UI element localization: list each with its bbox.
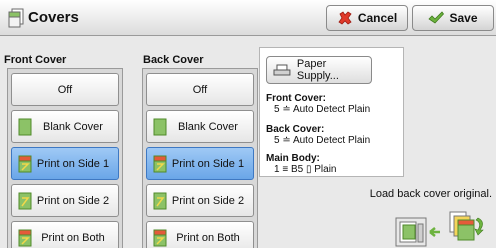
- front-cover-print-both-button[interactable]: Print on Both: [11, 221, 119, 248]
- print-side-2-icon: [153, 192, 167, 209]
- back-cover-summary: Back Cover: 5 ≐ Auto Detect Plain: [266, 124, 370, 146]
- back-cover-print-both-button[interactable]: Print on Both: [146, 221, 254, 248]
- front-cover-summary: Front Cover: 5 ≐ Auto Detect Plain: [266, 93, 370, 115]
- paper-supply-label: Paper Supply...: [296, 58, 339, 82]
- option-label: Off: [192, 83, 208, 96]
- load-instruction-text: Load back cover original.: [369, 188, 492, 200]
- summary-key: Back Cover:: [266, 124, 325, 135]
- front-cover-off-button[interactable]: Off: [11, 73, 119, 106]
- load-original-illustration: [395, 211, 484, 247]
- back-cover-print-side2-button[interactable]: Print on Side 2: [146, 184, 254, 217]
- summary-value: 5 ≐ Auto Detect Plain: [274, 135, 371, 146]
- summary-value: 5 ≐ Auto Detect Plain: [274, 104, 371, 115]
- print-both-icon: [18, 229, 32, 246]
- summary-key: Front Cover:: [266, 93, 326, 104]
- main-body-summary: Main Body: 1 ≡ B5 ▯ Plain: [266, 153, 336, 175]
- back-cover-options: Off Blank Cover Print on Side 1 Print on…: [142, 68, 258, 248]
- blank-cover-icon: [18, 118, 32, 135]
- checkmark-pencil-icon: [428, 11, 445, 24]
- front-cover-blank-cover-button[interactable]: Blank Cover: [11, 110, 119, 143]
- paper-tray-icon: [273, 64, 291, 76]
- settings-summary-panel: Paper Supply... Front Cover: 5 ≐ Auto De…: [259, 47, 404, 177]
- front-cover-print-side1-button[interactable]: Print on Side 1: [11, 147, 119, 180]
- option-label: Off: [57, 83, 73, 96]
- print-side-2-icon: [18, 192, 32, 209]
- cancel-button-label: Cancel: [357, 11, 398, 25]
- summary-value: 1 ≡ B5 ▯ Plain: [274, 164, 337, 175]
- print-side-1-icon: [18, 155, 32, 172]
- save-button-label: Save: [449, 11, 478, 25]
- front-cover-heading: Front Cover: [4, 54, 67, 66]
- page-title: Covers: [28, 9, 79, 26]
- header-bar: Covers Cancel Save: [0, 0, 496, 36]
- document-pages-icon: [8, 8, 24, 28]
- option-label: Print on Side 2: [171, 194, 245, 207]
- save-button[interactable]: Save: [412, 5, 494, 31]
- summary-key: Main Body:: [266, 153, 320, 164]
- option-label: Print on Both: [41, 231, 105, 244]
- cancel-button[interactable]: Cancel: [326, 5, 408, 31]
- back-cover-print-side1-button[interactable]: Print on Side 1: [146, 147, 254, 180]
- option-label: Print on Side 1: [36, 157, 110, 170]
- paper-supply-button[interactable]: Paper Supply...: [266, 56, 372, 84]
- option-label: Blank Cover: [43, 120, 103, 133]
- blank-cover-icon: [153, 118, 167, 135]
- option-label: Print on Side 2: [36, 194, 110, 207]
- print-side-1-icon: [153, 155, 167, 172]
- back-cover-heading: Back Cover: [143, 54, 204, 66]
- x-icon: [338, 11, 352, 25]
- back-cover-off-button[interactable]: Off: [146, 73, 254, 106]
- front-cover-options: Off Blank Cover Print on Side 1 Print on…: [7, 68, 123, 248]
- back-cover-blank-cover-button[interactable]: Blank Cover: [146, 110, 254, 143]
- option-label: Print on Side 1: [171, 157, 245, 170]
- front-cover-print-side2-button[interactable]: Print on Side 2: [11, 184, 119, 217]
- print-both-icon: [153, 229, 167, 246]
- option-label: Print on Both: [176, 231, 240, 244]
- option-label: Blank Cover: [178, 120, 238, 133]
